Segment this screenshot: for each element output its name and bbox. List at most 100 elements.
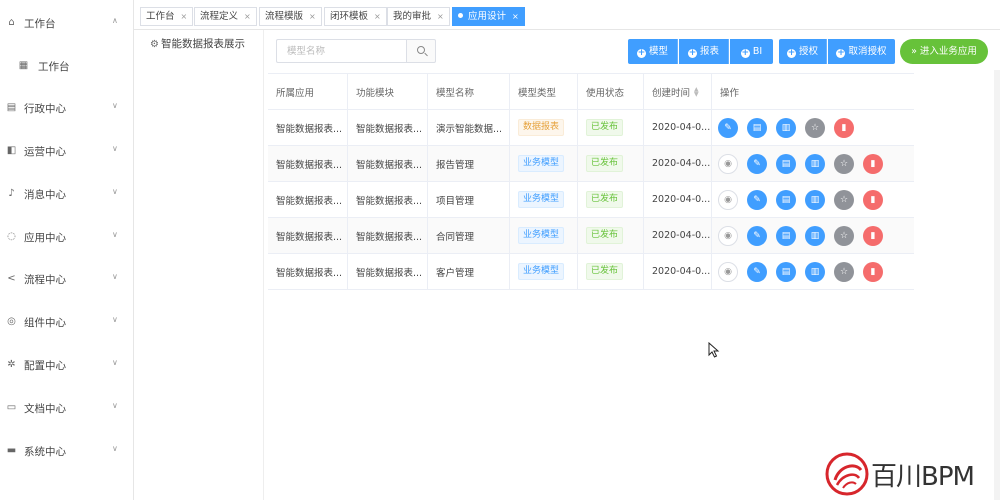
- button-label: 取消授权: [848, 46, 887, 57]
- cell-model-name: 合同管理: [428, 218, 510, 253]
- header-model-name: 模型名称: [428, 74, 510, 109]
- view-icon[interactable]: ◉: [718, 154, 738, 174]
- bi-button[interactable]: + BI: [730, 39, 773, 64]
- edit-icon[interactable]: ✎: [747, 154, 767, 174]
- star-icon[interactable]: ☆: [834, 154, 854, 174]
- edit-icon[interactable]: ✎: [747, 190, 767, 210]
- vertical-scrollbar[interactable]: [994, 70, 1000, 500]
- app-root: ⌂ 工作台 ∧ ▦ 工作台 ▤ 行政中心 ∨ ◧ 运营中心 ∨ ♪ 消息中心 ∨ ◌ 应用中心 ∨ < 流程中心 ∨ ◎…: [0, 0, 1000, 500]
- cell-actions: ✎ ▤ ▥ ☆ ▮: [712, 110, 914, 145]
- close-icon[interactable]: ×: [512, 12, 519, 21]
- mouse-cursor-icon: [708, 342, 720, 358]
- cell-status: 已发布: [578, 110, 644, 145]
- star-icon[interactable]: ☆: [834, 262, 854, 282]
- file-icon[interactable]: ▥: [805, 226, 825, 246]
- cell-actions: ◉ ✎ ▤ ▥ ☆ ▮: [712, 146, 914, 181]
- document-icon[interactable]: ▤: [776, 190, 796, 210]
- document-icon[interactable]: ▤: [776, 154, 796, 174]
- delete-icon[interactable]: ▮: [863, 190, 883, 210]
- star-icon[interactable]: ☆: [834, 226, 854, 246]
- cell-actions: ◉ ✎ ▤ ▥ ☆ ▮: [712, 182, 914, 217]
- folder-icon: ▭: [6, 402, 17, 413]
- close-icon[interactable]: ×: [309, 12, 316, 21]
- table-row[interactable]: 智能数据报表... 智能数据报表... 客户管理 业务模型 已发布 2020-04-0..…: [268, 254, 914, 290]
- close-icon[interactable]: ×: [181, 12, 188, 21]
- nav-process-center[interactable]: < 流程中心 ∨: [0, 264, 134, 294]
- file-icon[interactable]: ▥: [805, 262, 825, 282]
- nav-label: 行政中心: [24, 103, 66, 115]
- tab-workbench[interactable]: 工作台 ×: [140, 7, 194, 26]
- close-icon[interactable]: ×: [374, 12, 381, 21]
- file-icon[interactable]: ▥: [805, 190, 825, 210]
- document-icon[interactable]: ▤: [776, 262, 796, 282]
- tab-label: 工作台: [146, 11, 175, 22]
- status-badge: 已发布: [586, 227, 624, 244]
- status-badge: 已发布: [586, 263, 624, 280]
- delete-icon[interactable]: ▮: [834, 118, 854, 138]
- nav-label: 应用中心: [24, 232, 66, 244]
- model-name-search-input[interactable]: [276, 39, 406, 63]
- tab-process-template[interactable]: 流程模版 ×: [259, 7, 322, 26]
- view-icon[interactable]: ◉: [718, 226, 738, 246]
- tab-label: 流程定义: [200, 11, 239, 22]
- nav-operations-center[interactable]: ◧ 运营中心 ∨: [0, 136, 134, 166]
- nav-label: 系统中心: [24, 446, 66, 458]
- nav-label: 文档中心: [24, 403, 66, 415]
- tree-node-root[interactable]: ⚙ 智能数据报表展示: [150, 36, 245, 51]
- nav-admin-center[interactable]: ▤ 行政中心 ∨: [0, 93, 134, 123]
- chevron-icon: ∨: [112, 272, 118, 281]
- document-icon[interactable]: ▤: [747, 118, 767, 138]
- cell-model-name: 客户管理: [428, 254, 510, 289]
- delete-icon[interactable]: ▮: [863, 154, 883, 174]
- star-icon[interactable]: ☆: [834, 190, 854, 210]
- table-row[interactable]: 智能数据报表... 智能数据报表... 报告管理 业务模型 已发布 2020-04-0..…: [268, 146, 914, 182]
- edit-icon[interactable]: ✎: [718, 118, 738, 138]
- view-icon[interactable]: ◉: [718, 262, 738, 282]
- close-icon[interactable]: ×: [437, 12, 444, 21]
- grid-icon: ▦: [18, 60, 29, 71]
- star-icon[interactable]: ☆: [805, 118, 825, 138]
- tab-my-approval[interactable]: 我的审批 ×: [387, 7, 450, 26]
- tab-app-design[interactable]: 应用设计 ×: [452, 7, 525, 26]
- tab-process-definition[interactable]: 流程定义 ×: [194, 7, 257, 26]
- nav-workbench-sub[interactable]: ▦ 工作台: [0, 51, 134, 81]
- sidebar: ⌂ 工作台 ∧ ▦ 工作台 ▤ 行政中心 ∨ ◧ 运营中心 ∨ ♪ 消息中心 ∨ ◌ 应用中心 ∨ < 流程中心 ∨ ◎…: [0, 0, 134, 500]
- status-badge: 已发布: [586, 191, 624, 208]
- report-button[interactable]: + 报表: [679, 39, 729, 64]
- table-row[interactable]: 智能数据报表... 智能数据报表... 演示智能数据... 数据报表 已发布 2020-0…: [268, 110, 914, 146]
- tab-closed-loop-template[interactable]: 闭环模板 ×: [324, 7, 387, 26]
- model-button[interactable]: + 模型: [628, 39, 678, 64]
- delete-icon[interactable]: ▮: [863, 226, 883, 246]
- cell-model-type: 数据报表: [510, 110, 578, 145]
- nav-component-center[interactable]: ◎ 组件中心 ∨: [0, 307, 134, 337]
- file-icon[interactable]: ▥: [776, 118, 796, 138]
- delete-icon[interactable]: ▮: [863, 262, 883, 282]
- table-header: 所属应用 功能模块 模型名称 模型类型 使用状态 创建时间 ▲ ▼ 操作: [268, 73, 914, 110]
- nav-config-center[interactable]: ✲ 配置中心 ∨: [0, 350, 134, 380]
- cell-app: 智能数据报表...: [268, 110, 348, 145]
- cell-created-time: 2020-04-0...: [644, 110, 712, 145]
- close-icon[interactable]: ×: [244, 12, 251, 21]
- nav-message-center[interactable]: ♪ 消息中心 ∨: [0, 179, 134, 209]
- edit-icon[interactable]: ✎: [747, 262, 767, 282]
- nav-app-center[interactable]: ◌ 应用中心 ∨: [0, 222, 134, 252]
- grant-button[interactable]: + 授权: [779, 39, 827, 64]
- nav-document-center[interactable]: ▭ 文档中心 ∨: [0, 393, 134, 423]
- nav-system-center[interactable]: ▬ 系统中心 ∨: [0, 436, 134, 466]
- sort-icon[interactable]: ▲ ▼: [694, 86, 699, 97]
- revoke-grant-button[interactable]: + 取消授权: [828, 39, 895, 64]
- table-row[interactable]: 智能数据报表... 智能数据报表... 项目管理 业务模型 已发布 2020-04-0..…: [268, 182, 914, 218]
- search-button[interactable]: [406, 39, 436, 63]
- nav-workbench[interactable]: ⌂ 工作台 ∧: [0, 8, 134, 38]
- chevron-icon: ∧: [112, 16, 118, 25]
- edit-icon[interactable]: ✎: [747, 226, 767, 246]
- cell-module: 智能数据报表...: [348, 182, 428, 217]
- enter-business-app-button[interactable]: » 进入业务应用: [900, 39, 988, 64]
- header-created-time[interactable]: 创建时间 ▲ ▼: [644, 74, 712, 109]
- view-icon[interactable]: ◉: [718, 190, 738, 210]
- file-icon[interactable]: ▥: [805, 154, 825, 174]
- document-icon[interactable]: ▤: [776, 226, 796, 246]
- chevron-icon: ∨: [112, 315, 118, 324]
- table-row[interactable]: 智能数据报表... 智能数据报表... 合同管理 业务模型 已发布 2020-04-0..…: [268, 218, 914, 254]
- model-type-tag: 数据报表: [518, 119, 565, 136]
